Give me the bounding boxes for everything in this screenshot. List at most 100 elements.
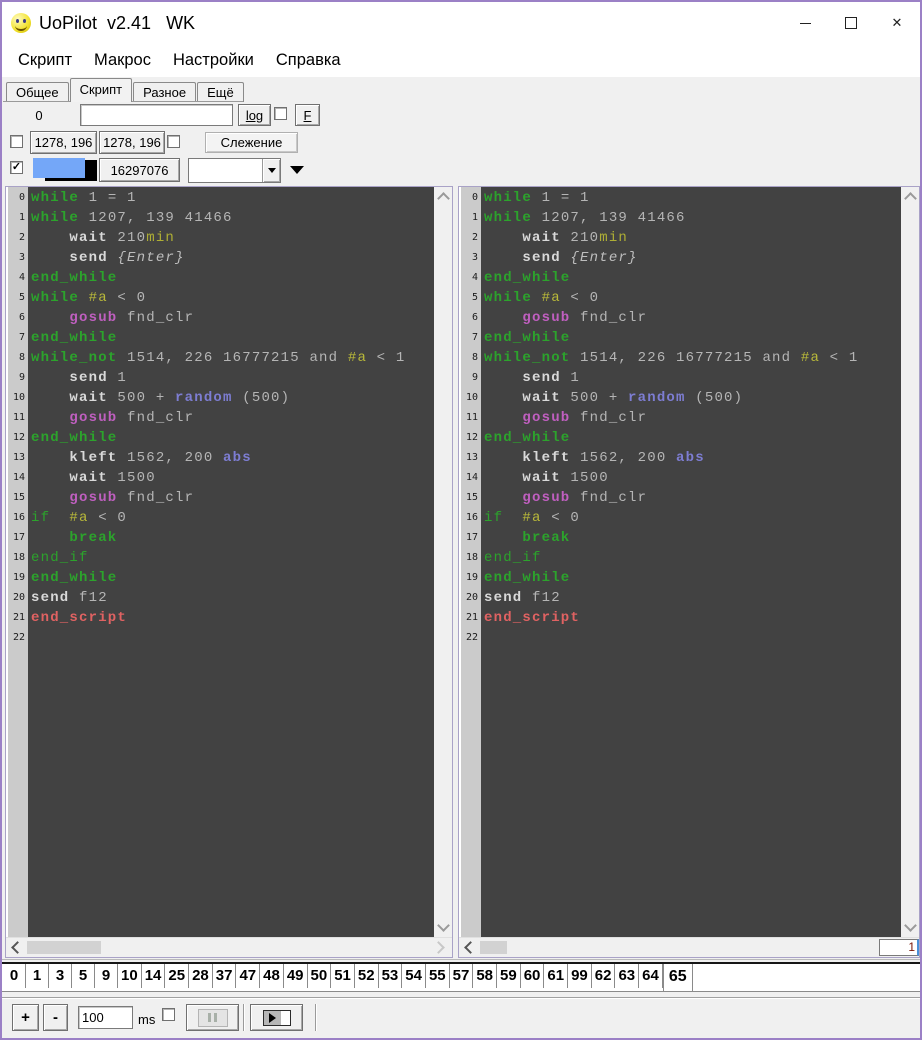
speed-minus-button[interactable]: -	[43, 1004, 68, 1031]
code-line[interactable]: send {Enter}	[31, 248, 434, 268]
script-tab-51[interactable]: 51	[331, 964, 355, 988]
code-line[interactable]: while 1207, 139 41466	[31, 208, 434, 228]
script-tab-3[interactable]: 3	[49, 964, 72, 988]
code-line[interactable]: gosub fnd_clr	[31, 308, 434, 328]
menu-item-Скрипт[interactable]: Скрипт	[10, 48, 80, 73]
code-area[interactable]: while 1 = 1while 1207, 139 41466 wait 21…	[481, 187, 901, 937]
code-line[interactable]: gosub fnd_clr	[484, 308, 901, 328]
script-tab-64[interactable]: 64	[639, 964, 663, 988]
script-tab-0[interactable]: 0	[3, 964, 26, 988]
scrollbar-thumb[interactable]	[480, 941, 507, 954]
script-tab-63[interactable]: 63	[615, 964, 639, 988]
code-line[interactable]: wait 1500	[484, 468, 901, 488]
script-tab-25[interactable]: 25	[165, 964, 189, 988]
script-tab-9[interactable]: 9	[95, 964, 118, 988]
code-line[interactable]	[31, 628, 434, 648]
code-line[interactable]: if #a < 0	[31, 508, 434, 528]
combo-dropdown-button[interactable]	[262, 159, 280, 182]
code-line[interactable]: end_while	[31, 568, 434, 588]
close-button[interactable]: ✕	[874, 2, 920, 44]
color-combobox[interactable]	[188, 158, 281, 183]
code-line[interactable]: gosub fnd_clr	[484, 408, 901, 428]
code-line[interactable]: wait 500 + random (500)	[31, 388, 434, 408]
script-tab-28[interactable]: 28	[189, 964, 213, 988]
code-line[interactable]: break	[31, 528, 434, 548]
scroll-left-icon[interactable]	[11, 941, 24, 954]
code-line[interactable]: while 1 = 1	[484, 188, 901, 208]
code-line[interactable]: send 1	[484, 368, 901, 388]
tab-Разное[interactable]: Разное	[133, 82, 196, 102]
code-line[interactable]: end_script	[484, 608, 901, 628]
code-line[interactable]: gosub fnd_clr	[31, 488, 434, 508]
script-tab-1[interactable]: 1	[26, 964, 49, 988]
tracking-button[interactable]: Слежение	[205, 132, 298, 153]
interval-field[interactable]	[78, 1006, 133, 1029]
extra-dropdown-button[interactable]	[290, 166, 304, 174]
code-line[interactable]: gosub fnd_clr	[31, 408, 434, 428]
script-tab-99[interactable]: 99	[568, 964, 592, 988]
interval-input[interactable]	[79, 1007, 132, 1028]
code-line[interactable]: send {Enter}	[484, 248, 901, 268]
horizontal-scrollbar[interactable]	[6, 937, 452, 957]
script-tab-62[interactable]: 62	[592, 964, 616, 988]
code-line[interactable]: end_if	[484, 548, 901, 568]
code-line[interactable]: kleft 1562, 200 abs	[484, 448, 901, 468]
script-tab-5[interactable]: 5	[72, 964, 95, 988]
code-line[interactable]: while 1207, 139 41466	[484, 208, 901, 228]
log-checkbox[interactable]	[274, 107, 287, 120]
scroll-up-icon[interactable]	[437, 192, 450, 205]
code-line[interactable]: end_while	[31, 328, 434, 348]
script-tab-65[interactable]: 65	[663, 964, 693, 991]
vertical-scrollbar[interactable]	[434, 187, 452, 937]
horizontal-scrollbar[interactable]: 1	[459, 937, 919, 957]
script-tab-59[interactable]: 59	[497, 964, 521, 988]
loop-checkbox[interactable]	[162, 1008, 175, 1021]
code-line[interactable]: end_while	[484, 268, 901, 288]
code-line[interactable]: end_while	[31, 268, 434, 288]
code-line[interactable]: while #a < 0	[31, 288, 434, 308]
script-name-input[interactable]	[81, 105, 232, 125]
code-line[interactable]: while_not 1514, 226 16777215 and #a < 1	[31, 348, 434, 368]
tab-Общее[interactable]: Общее	[6, 82, 69, 102]
color-value-button[interactable]: 16297076	[99, 158, 180, 182]
code-line[interactable]: while #a < 0	[484, 288, 901, 308]
scroll-right-icon[interactable]	[432, 941, 445, 954]
code-line[interactable]: end_while	[484, 428, 901, 448]
code-line[interactable]: while_not 1514, 226 16777215 and #a < 1	[484, 348, 901, 368]
script-tab-10[interactable]: 10	[118, 964, 142, 988]
code-line[interactable]: send f12	[31, 588, 434, 608]
script-tab-54[interactable]: 54	[402, 964, 426, 988]
scroll-up-icon[interactable]	[904, 192, 917, 205]
scroll-left-icon[interactable]	[464, 941, 477, 954]
code-line[interactable]: end_if	[31, 548, 434, 568]
script-tab-58[interactable]: 58	[473, 964, 497, 988]
coord2-checkbox[interactable]	[167, 135, 180, 148]
script-tab-61[interactable]: 61	[544, 964, 568, 988]
code-line[interactable]: send f12	[484, 588, 901, 608]
code-line[interactable]: end_while	[31, 428, 434, 448]
code-line[interactable]: gosub fnd_clr	[484, 488, 901, 508]
code-line[interactable]: wait 210min	[31, 228, 434, 248]
scroll-down-icon[interactable]	[904, 919, 917, 932]
script-tab-49[interactable]: 49	[284, 964, 308, 988]
script-tab-52[interactable]: 52	[355, 964, 379, 988]
code-line[interactable]: break	[484, 528, 901, 548]
script-tab-53[interactable]: 53	[379, 964, 403, 988]
menu-item-Макрос[interactable]: Макрос	[86, 48, 159, 73]
script-tab-50[interactable]: 50	[308, 964, 332, 988]
code-line[interactable]: end_script	[31, 608, 434, 628]
scroll-down-icon[interactable]	[437, 919, 450, 932]
coord2-button[interactable]: 1278, 196	[99, 131, 165, 154]
code-line[interactable]: send 1	[31, 368, 434, 388]
code-line[interactable]: kleft 1562, 200 abs	[31, 448, 434, 468]
code-line[interactable]: if #a < 0	[484, 508, 901, 528]
f-button[interactable]: F	[295, 104, 320, 126]
speed-plus-button[interactable]: +	[12, 1004, 39, 1031]
play-button[interactable]	[250, 1004, 303, 1031]
script-name-field[interactable]	[80, 104, 233, 126]
coord1-checkbox[interactable]	[10, 135, 23, 148]
script-tab-47[interactable]: 47	[236, 964, 260, 988]
code-line[interactable]: end_while	[484, 568, 901, 588]
script-tab-60[interactable]: 60	[521, 964, 545, 988]
script-tab-14[interactable]: 14	[142, 964, 166, 988]
